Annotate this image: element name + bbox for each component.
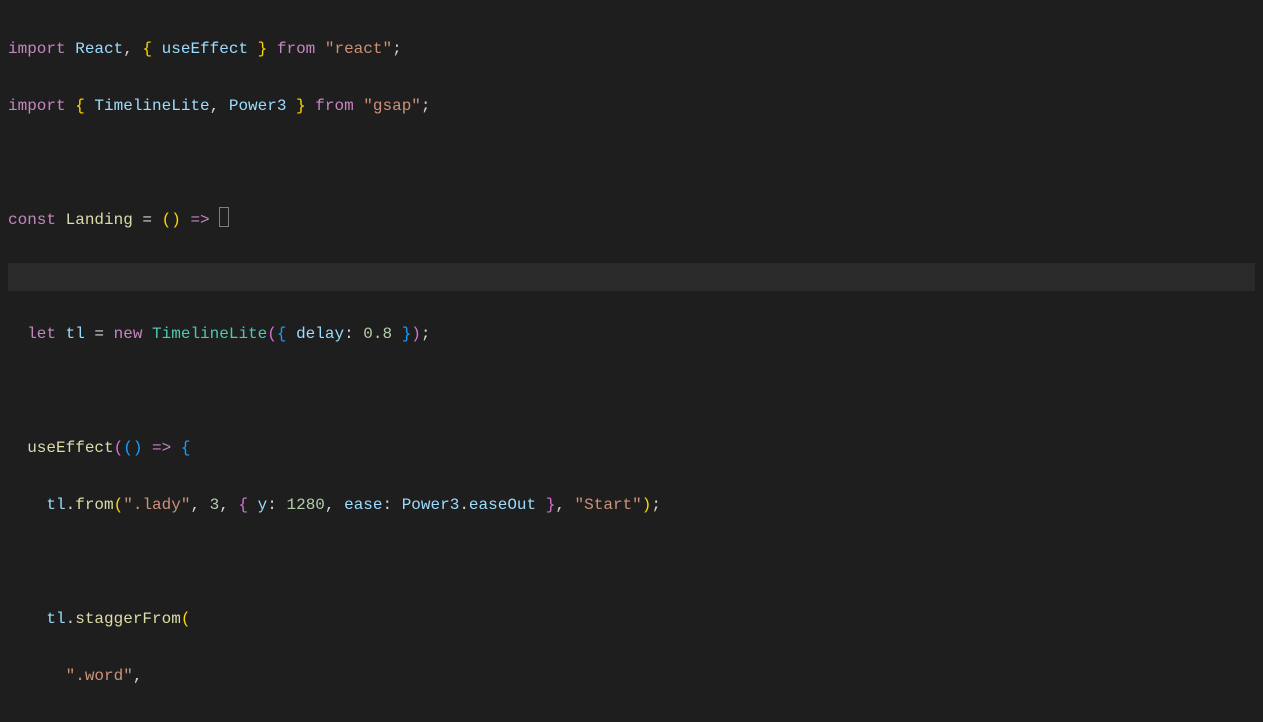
code-line: tl.staggerFrom( (8, 605, 1255, 634)
code-line: ".word", (8, 662, 1255, 691)
code-line: 1, (8, 719, 1255, 722)
code-line-blank (8, 548, 1255, 577)
code-line: let tl = new TimelineLite({ delay: 0.8 }… (8, 320, 1255, 349)
code-line-blank (8, 377, 1255, 406)
code-editor[interactable]: import React, { useEffect } from "react"… (0, 0, 1263, 722)
current-line-highlight (8, 263, 1255, 292)
code-line: const Landing = () => (8, 206, 1255, 235)
code-line: useEffect(() => { (8, 434, 1255, 463)
ident-react: React (75, 40, 123, 58)
fn-landing: Landing (66, 211, 133, 229)
code-line: import { TimelineLite, Power3 } from "gs… (8, 92, 1255, 121)
code-line: tl.from(".lady", 3, { y: 1280, ease: Pow… (8, 491, 1255, 520)
kw-import: import (8, 40, 66, 58)
code-line: import React, { useEffect } from "react"… (8, 35, 1255, 64)
cursor-bracket-icon (219, 207, 229, 226)
code-line-blank (8, 149, 1255, 178)
